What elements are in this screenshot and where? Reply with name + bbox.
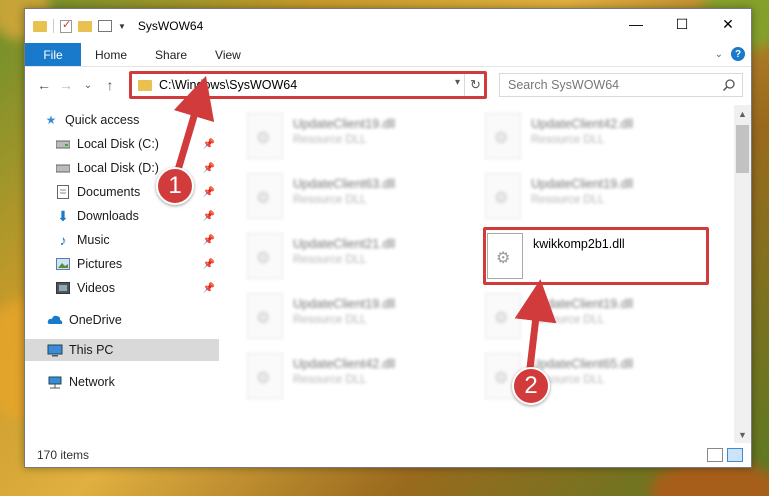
callout-step-2: 2 bbox=[512, 367, 550, 405]
callout-step-1: 1 bbox=[156, 167, 194, 205]
arrow-to-address bbox=[173, 75, 215, 171]
annotation-arrows bbox=[173, 75, 557, 369]
arrow-to-file bbox=[514, 279, 557, 369]
